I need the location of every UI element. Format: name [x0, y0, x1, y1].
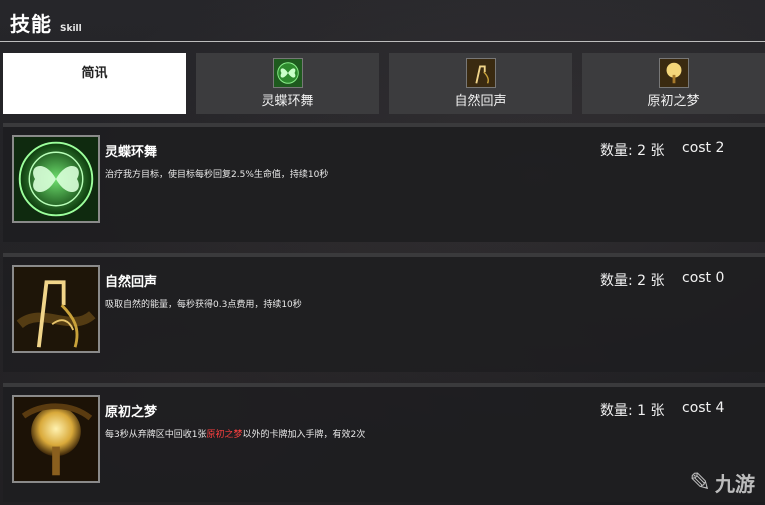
page-subtitle: Skill: [60, 24, 82, 34]
skill-description: 治疗我方目标，使目标每秒回复2.5%生命值，持续10秒: [105, 170, 329, 180]
skill-card: 自然回声 吸取自然的能量，每秒获得0.3点费用，持续10秒 数量: 2 张 co…: [3, 253, 765, 372]
desc-text: 每3秒从弃牌区中回收1张: [105, 430, 207, 440]
tab-overview[interactable]: 简讯: [3, 53, 186, 114]
skill-description: 吸取自然的能量，每秒获得0.3点费用，持续10秒: [105, 300, 302, 310]
skill-cost: cost 4: [682, 400, 725, 416]
tree-icon: [12, 395, 100, 483]
header-divider: [0, 41, 765, 42]
page-title: 技能: [10, 12, 52, 36]
skill-quantity: 数量: 1 张: [600, 403, 665, 419]
tab-label: 自然回声: [454, 94, 507, 109]
tab-primal-dream[interactable]: 原初之梦: [582, 53, 765, 114]
skill-description: 每3秒从弃牌区中回收1张原初之梦以外的卡牌加入手牌，有效2次: [105, 427, 365, 440]
desc-highlight: 原初之梦: [206, 430, 243, 440]
skill-quantity: 数量: 2 张: [600, 143, 665, 159]
staff-icon: [12, 265, 100, 353]
skill-card: 灵蝶环舞 治疗我方目标，使目标每秒回复2.5%生命值，持续10秒 数量: 2 张…: [3, 123, 765, 242]
skill-cost: cost 0: [682, 270, 725, 286]
staff-icon: [465, 58, 496, 88]
skill-name: 自然回声: [105, 275, 158, 290]
skill-cost: cost 2: [682, 140, 725, 156]
skill-name: 灵蝶环舞: [105, 145, 158, 160]
tab-butterfly-dance[interactable]: 灵蝶环舞: [196, 53, 379, 114]
tab-label: 灵蝶环舞: [261, 94, 314, 109]
butterfly-icon: [272, 58, 303, 88]
skill-quantity: 数量: 2 张: [600, 273, 665, 289]
skill-card: 原初之梦 每3秒从弃牌区中回收1张原初之梦以外的卡牌加入手牌，有效2次 数量: …: [3, 383, 765, 502]
tab-nature-echo[interactable]: 自然回声: [389, 53, 572, 114]
page-header: 技能 Skill: [10, 8, 82, 38]
watermark-text: 九游: [715, 472, 755, 496]
tab-bar: 简讯 灵蝶环舞 自然回声 原初之梦: [3, 53, 765, 115]
butterfly-icon: [12, 135, 100, 223]
watermark: ✎ 九游: [689, 468, 755, 497]
tree-icon: [658, 58, 689, 88]
tab-label: 简讯: [81, 66, 108, 81]
skill-name: 原初之梦: [105, 405, 158, 420]
desc-text: 以外的卡牌加入手牌，有效2次: [242, 430, 366, 440]
watermark-logo-icon: ✎: [689, 467, 711, 498]
tab-label: 原初之梦: [647, 94, 700, 109]
